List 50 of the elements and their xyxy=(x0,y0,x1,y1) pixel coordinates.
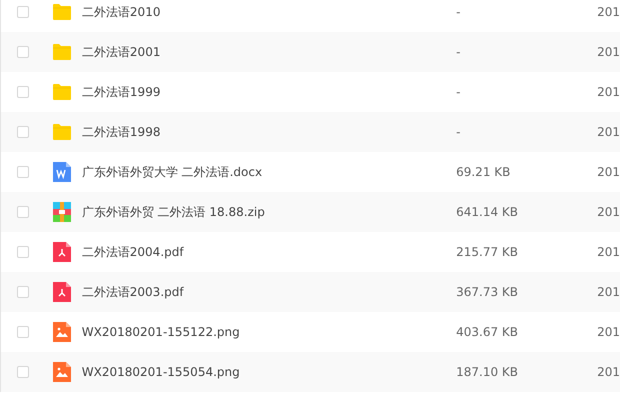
image-file-icon xyxy=(52,322,71,342)
modified-date: 201 xyxy=(597,245,620,259)
file-size: - xyxy=(456,125,462,139)
checkbox[interactable] xyxy=(17,126,29,138)
file-size: 69.21 KB xyxy=(456,165,512,179)
modified-date: 201 xyxy=(597,285,620,299)
modified-date: 201 xyxy=(597,5,620,19)
file-name[interactable]: 二外法语2003.pdf xyxy=(82,284,456,300)
file-name[interactable]: 广东外语外贸大学 二外法语.docx xyxy=(82,164,456,180)
checkbox[interactable] xyxy=(17,366,29,378)
modified-date: 201 xyxy=(597,365,620,379)
folder-icon xyxy=(52,3,72,21)
checkbox[interactable] xyxy=(17,166,29,178)
file-name[interactable]: 二外法语2001 xyxy=(82,44,456,60)
modified-date: 201 xyxy=(597,45,620,59)
pdf-icon xyxy=(52,242,71,262)
checkbox[interactable] xyxy=(17,46,29,58)
word-document-icon xyxy=(52,162,71,182)
file-size: 641.14 KB xyxy=(456,205,519,219)
file-name[interactable]: 广东外语外贸 二外法语 18.88.zip xyxy=(82,204,456,220)
checkbox[interactable] xyxy=(17,6,29,18)
file-size: 367.73 KB xyxy=(456,285,519,299)
modified-date: 201 xyxy=(597,85,620,99)
file-name[interactable]: WX20180201-155054.png xyxy=(82,365,456,379)
archive-icon xyxy=(52,202,71,222)
modified-date: 201 xyxy=(597,325,620,339)
file-size: 403.67 KB xyxy=(456,325,519,339)
file-size: - xyxy=(456,85,462,99)
file-name[interactable]: 二外法语2004.pdf xyxy=(82,244,456,260)
checkbox[interactable] xyxy=(17,86,29,98)
image-file-icon xyxy=(52,362,71,382)
checkbox[interactable] xyxy=(17,206,29,218)
folder-icon xyxy=(52,43,72,61)
checkbox[interactable] xyxy=(17,286,29,298)
file-size: - xyxy=(456,5,462,19)
file-size: 187.10 KB xyxy=(456,365,519,379)
modified-date: 201 xyxy=(597,165,620,179)
folder-icon xyxy=(52,83,72,101)
pdf-icon xyxy=(52,282,71,302)
file-name[interactable]: 二外法语1998 xyxy=(82,124,456,140)
checkbox[interactable] xyxy=(17,326,29,338)
file-size: 215.77 KB xyxy=(456,245,519,259)
file-size: - xyxy=(456,45,462,59)
file-name[interactable]: 二外法语2010 xyxy=(82,4,456,20)
modified-date: 201 xyxy=(597,205,620,219)
folder-icon xyxy=(52,123,72,141)
file-name[interactable]: WX20180201-155122.png xyxy=(82,325,456,339)
checkbox[interactable] xyxy=(17,246,29,258)
file-name[interactable]: 二外法语1999 xyxy=(82,84,456,100)
modified-date: 201 xyxy=(597,125,620,139)
